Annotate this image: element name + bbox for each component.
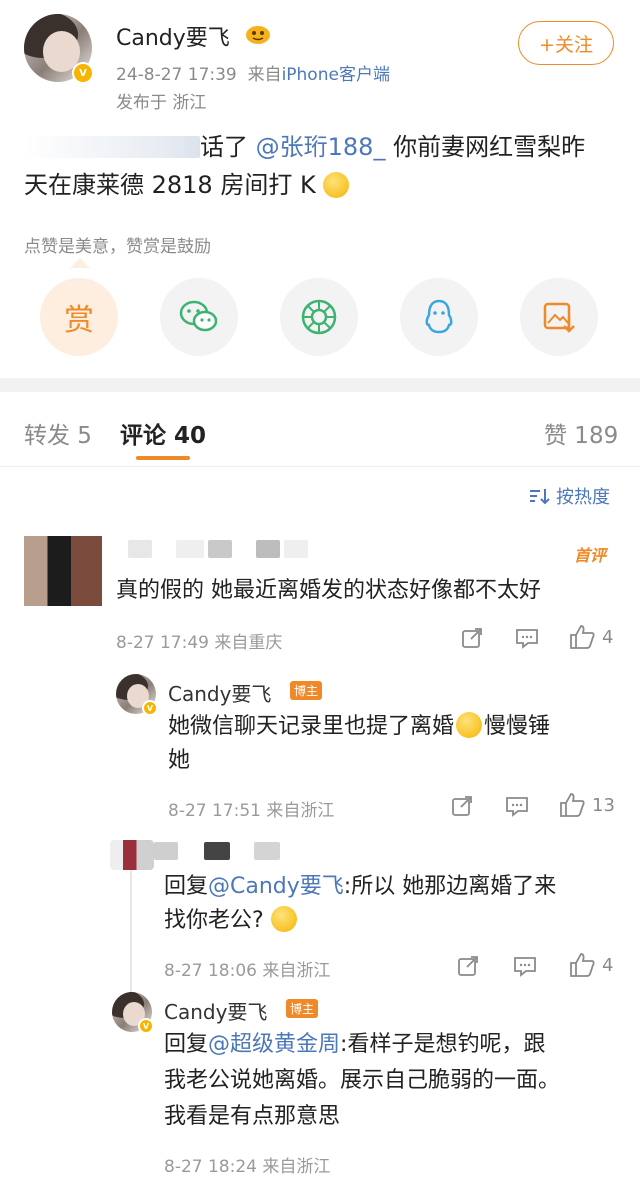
thumbs-up-icon [570, 953, 595, 977]
reply-text: 她微信聊天记录里也提了离婚 慢慢锤 [168, 712, 551, 739]
reward-button[interactable]: 赏 [40, 278, 118, 356]
grin-emoji-icon [456, 712, 483, 738]
reply-like-button[interactable]: 13 [558, 792, 615, 818]
blurred-commenter-name [176, 540, 204, 558]
qq-icon [425, 299, 453, 334]
reply-author[interactable]: Candy要飞 [168, 678, 271, 707]
reply-text-line2: 她 [168, 748, 191, 773]
post-text: 话了 @张珩188_ 你前妻网红雪梨昨 [200, 133, 586, 161]
save-image-icon [543, 302, 575, 333]
blurred-commenter-name [154, 842, 178, 860]
blurred-commenter-name [128, 540, 152, 558]
comment-icon [506, 797, 528, 817]
share-icon [452, 796, 472, 816]
section-divider [0, 378, 640, 392]
comment-text: 真的假的 她最近离婚发的状态好像都不太好 [116, 578, 541, 603]
sort-icon [530, 489, 550, 505]
wechat-icon [179, 300, 218, 332]
share-icon [462, 628, 482, 648]
host-tag: 博主 [290, 681, 323, 700]
reply-avatar-anonymized[interactable] [110, 840, 154, 870]
reward-pointer [70, 258, 90, 268]
reply-text-line2: 我老公说她离婚。展示自己脆弱的一面。 [164, 1068, 561, 1093]
reply-like-count: 13 [592, 794, 615, 816]
reply-meta: 8-27 18:06 来自浙江 [164, 961, 331, 981]
post-location: 发布于 浙江 [116, 93, 207, 113]
tabs-divider [0, 466, 640, 467]
reply-meta: 8-27 18:24 来自浙江 [164, 1157, 331, 1177]
tab-repost[interactable]: 转发 5 [24, 416, 92, 450]
host-tag: 博主 [286, 999, 319, 1018]
verified-badge-icon: V [72, 62, 94, 84]
comment-meta: 8-27 17:49 来自重庆 [116, 633, 283, 653]
share-qq-button[interactable] [400, 278, 478, 356]
active-tab-indicator [136, 456, 190, 460]
comment-like-button[interactable]: 4 [568, 624, 613, 650]
reply-text: 回复@超级黄金周:看样子是想钓呢，跟 [164, 1032, 546, 1057]
mention-link[interactable]: @超级黄金周 [208, 1032, 340, 1057]
blurred-text [24, 136, 200, 158]
reply-like-button[interactable]: 4 [568, 952, 613, 978]
comment-reply-button[interactable] [514, 626, 540, 650]
moments-icon [301, 299, 337, 335]
reply-text: 回复@Candy要飞:所以 她那边离婚了来 [164, 874, 557, 899]
sort-label: 按热度 [556, 487, 610, 508]
blurred-commenter-name [254, 842, 280, 860]
reply-meta: 8-27 17:51 来自浙江 [168, 801, 335, 821]
post-text-line2: 天在康莱德 2818 房间打 K [24, 166, 350, 204]
comment-icon [516, 629, 538, 649]
share-wechat-button[interactable] [160, 278, 238, 356]
reply-share-button[interactable] [456, 954, 480, 978]
post-meta: 24-8-27 17:39 来自iPhone客户端 [116, 65, 390, 85]
follow-button[interactable]: +关注 [518, 21, 614, 65]
reply-author[interactable]: Candy要飞 [164, 996, 267, 1025]
blurred-commenter-name [284, 540, 308, 558]
blurred-commenter-name [208, 540, 232, 558]
thumbs-up-icon [560, 793, 585, 817]
post-source: iPhone客户端 [281, 65, 390, 85]
comment-icon [514, 957, 536, 977]
mention-link[interactable]: @张珩188_ [256, 133, 386, 161]
reply-comment-button[interactable] [504, 794, 530, 818]
verified-badge-icon: V [142, 700, 158, 716]
mention-link[interactable]: @Candy要飞 [208, 874, 344, 899]
share-moments-button[interactable] [280, 278, 358, 356]
blurred-commenter-name [204, 842, 230, 860]
tab-likes[interactable]: 赞 189 [544, 416, 618, 450]
reply-text-line2: 找你老公? [164, 904, 297, 938]
dizzy-emoji-icon [270, 906, 297, 932]
reward-hint: 点赞是美意，赞赏是鼓励 [24, 237, 211, 257]
comment-like-count: 4 [602, 626, 614, 648]
thumbs-up-icon [570, 625, 595, 649]
verified-badge-icon: V [138, 1018, 154, 1034]
author-name[interactable]: Candy要飞 [116, 20, 230, 52]
reply-comment-button[interactable] [512, 954, 538, 978]
reply-share-button[interactable] [450, 794, 474, 818]
tongue-emoji-icon [323, 172, 350, 198]
comment-share-button[interactable] [460, 626, 484, 650]
save-image-button[interactable] [520, 278, 598, 356]
reply-like-count: 4 [602, 954, 614, 976]
tab-comments[interactable]: 评论 40 [120, 416, 206, 450]
commenter-avatar[interactable] [24, 536, 102, 606]
vip-icon [244, 22, 272, 46]
first-comment-badge: 首评 [574, 546, 607, 565]
reply-text-line3: 我看是有点那意思 [164, 1104, 341, 1129]
share-icon [458, 956, 478, 976]
sort-button[interactable]: 按热度 [528, 483, 610, 509]
blurred-commenter-name [256, 540, 280, 558]
reward-label: 赏 [64, 303, 94, 338]
